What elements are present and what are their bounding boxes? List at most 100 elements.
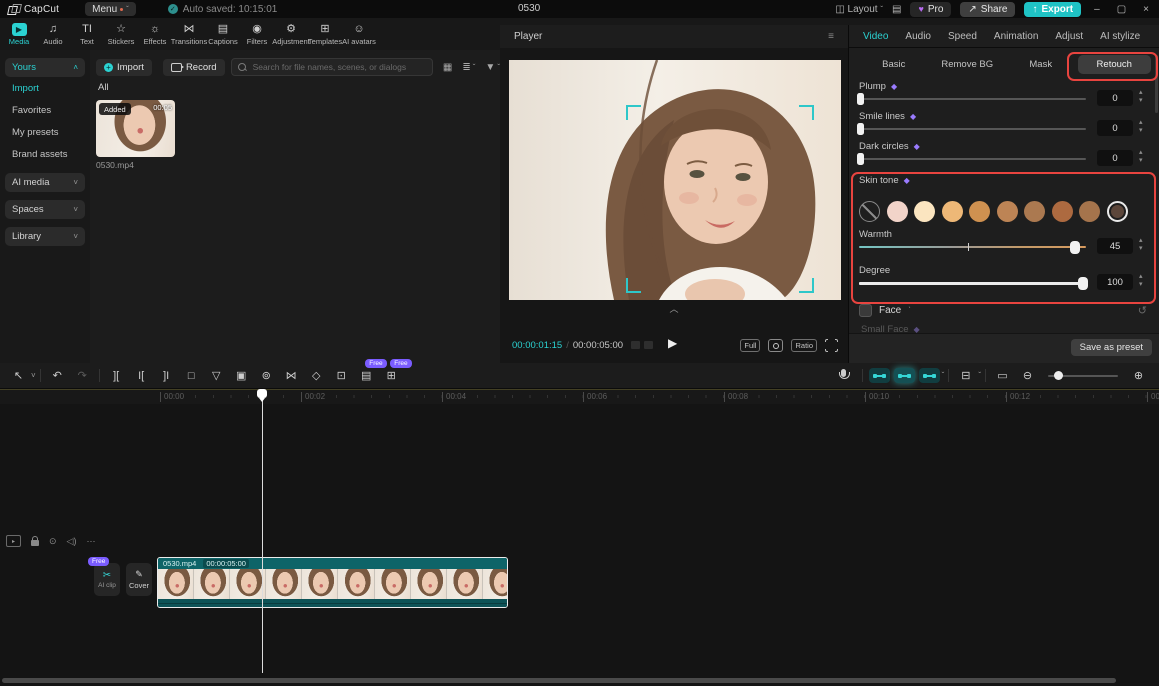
warmth-stepper[interactable]: ▴ ▾ — [1139, 237, 1143, 253]
chevron-down-icon[interactable]: ˇ — [942, 371, 945, 380]
next-frame-icon[interactable] — [644, 341, 654, 349]
zoom-fit-icon[interactable] — [768, 338, 784, 352]
layout-button[interactable]: ◫ Layout ˇ — [835, 4, 883, 15]
slider-handle[interactable] — [857, 93, 864, 105]
timeline-zoom-slider[interactable] — [1048, 371, 1118, 380]
auto-captions-icon[interactable]: ▤ Free — [354, 358, 387, 386]
skin-tone-swatch[interactable] — [1106, 201, 1128, 222]
split-icon[interactable]: ][ — [104, 366, 129, 386]
tab-animation[interactable]: Animation — [994, 31, 1038, 42]
record-button[interactable]: Record — [162, 58, 225, 76]
media-search[interactable] — [230, 58, 433, 76]
preview-link-toggle[interactable] — [918, 368, 940, 383]
mute-speaker-icon[interactable]: ◁) — [67, 536, 77, 547]
skin-tone-swatch[interactable] — [969, 201, 990, 222]
import-button[interactable]: + Import — [96, 58, 152, 76]
slider-handle[interactable] — [857, 123, 864, 135]
more-options-icon[interactable]: ⋯ — [86, 536, 95, 547]
sidebar-group-ai-media[interactable]: AI media ˅ — [5, 173, 85, 192]
slider-handle[interactable] — [857, 153, 864, 165]
degree-slider-handle[interactable] — [1078, 276, 1088, 290]
tab-video[interactable]: Video — [863, 31, 888, 42]
zoom-in-icon[interactable]: ⊕ — [1126, 366, 1151, 386]
ribbon-tool-filters[interactable]: ◉ Filters — [240, 23, 274, 46]
menu-button[interactable]: Menu ˇ — [85, 2, 136, 16]
sort-icon[interactable]: ≣ ˇ — [462, 62, 475, 73]
drawer-handle-icon[interactable]: ︿ — [660, 302, 688, 315]
face-checkbox[interactable] — [859, 304, 872, 317]
ribbon-tool-effects[interactable]: ☼ Effects — [138, 23, 172, 46]
ratio-button[interactable]: Ratio — [791, 338, 817, 352]
delete-icon[interactable]: □ — [179, 366, 204, 386]
sidebar-item-my-presets[interactable]: My presets — [5, 121, 85, 143]
subtab-mask[interactable]: Mask — [1004, 55, 1078, 74]
keyframe-icon[interactable]: ◇ — [304, 366, 329, 386]
tab-audio[interactable]: Audio — [905, 31, 931, 42]
skin-tone-swatch[interactable] — [1051, 201, 1073, 222]
ribbon-tool-ai-avatars[interactable]: ☺ AI avatars — [342, 23, 376, 46]
slider-stepper[interactable]: ▴ ▾ — [1139, 119, 1143, 135]
skin-tone-swatch[interactable] — [914, 201, 935, 222]
degree-stepper[interactable]: ▴ ▾ — [1139, 273, 1143, 289]
preview-viewport[interactable] — [509, 60, 841, 300]
ribbon-tool-transitions[interactable]: ⋈ Transitions — [171, 23, 207, 46]
export-button[interactable]: ↑ Export — [1024, 1, 1082, 17]
sidebar-group-yours[interactable]: Yours ˄ — [5, 58, 85, 77]
slider-stepper[interactable]: ▴ ▾ — [1139, 89, 1143, 105]
filter-icon[interactable]: ▼ ˇ — [485, 62, 500, 73]
prev-frame-icon[interactable] — [631, 341, 641, 349]
sidebar-item-favorites[interactable]: Favorites — [5, 99, 85, 121]
tab-adjust[interactable]: Adjust — [1055, 31, 1083, 42]
timeline-video-clip[interactable]: 0530.mp4 00:00:05:00 — [157, 557, 508, 608]
warmth-value[interactable]: 45 — [1097, 238, 1133, 254]
tab-ai-stylize[interactable]: AI stylize — [1100, 31, 1140, 42]
play-button[interactable]: ▶ — [668, 336, 677, 350]
player-menu-icon[interactable]: ≡ — [828, 31, 834, 42]
speed-icon[interactable]: ⊚ — [254, 366, 279, 386]
timeline-ruler[interactable]: 00:00 00:02 00:04 00:06 00:08 00:10 00:12 00:14 — [0, 389, 1159, 404]
maximize-button[interactable]: ▢ — [1113, 4, 1130, 15]
ribbon-tool-adjustment[interactable]: ⚙ Adjustment — [272, 23, 310, 46]
full-button[interactable]: Full — [740, 338, 761, 352]
chevron-up-icon[interactable]: ˋ — [908, 306, 911, 315]
playhead-handle[interactable] — [257, 389, 267, 402]
undo-icon[interactable]: ↶ — [45, 366, 70, 386]
sidebar-group-spaces[interactable]: Spaces ˅ — [5, 200, 85, 219]
overlay-icon[interactable]: ▣ — [229, 366, 254, 386]
skin-tone-swatch[interactable] — [886, 201, 908, 222]
dark-circles-slider[interactable] — [857, 153, 1086, 165]
face-section-label[interactable]: Face — [879, 305, 901, 316]
track-mode-icon[interactable]: ⊟ — [953, 366, 978, 386]
sidebar-group-library[interactable]: Library ˅ — [5, 227, 85, 246]
chevron-down-icon[interactable]: ˅ — [31, 371, 36, 380]
shortcuts-icon[interactable]: ▤ — [892, 4, 901, 15]
subtab-retouch[interactable]: Retouch — [1077, 55, 1151, 74]
cover-button[interactable]: ✎ Cover — [126, 563, 152, 596]
skin-tone-swatch[interactable] — [1024, 201, 1045, 222]
voiceover-mic-icon[interactable] — [838, 369, 850, 382]
media-clip-thumbnail[interactable]: Added 00:05 — [96, 100, 175, 157]
fullscreen-icon[interactable] — [824, 337, 839, 353]
skin-tone-swatch[interactable] — [1079, 201, 1100, 222]
slider-value[interactable]: 0 — [1097, 90, 1133, 106]
inspector-scrollbar[interactable] — [1155, 55, 1158, 113]
close-button[interactable]: × — [1139, 4, 1153, 15]
degree-value[interactable]: 100 — [1097, 274, 1133, 290]
ai-clip-button[interactable]: Free ✂ AI clip — [88, 557, 120, 596]
delete-right-icon[interactable]: ]I — [154, 366, 179, 386]
filter-all-label[interactable]: All — [98, 82, 109, 93]
minimize-button[interactable]: – — [1090, 4, 1104, 15]
redo-icon[interactable]: ↷ — [70, 366, 95, 386]
zoom-slider-handle[interactable] — [1054, 371, 1063, 380]
extract-audio-icon[interactable]: ⊞ Free — [379, 358, 412, 386]
sidebar-item-brand-assets[interactable]: Brand assets — [5, 143, 85, 165]
slider-value[interactable]: 0 — [1097, 150, 1133, 166]
ribbon-tool-audio[interactable]: ♫ Audio — [36, 23, 70, 46]
ribbon-tool-templates[interactable]: ⊞ Templates — [308, 23, 342, 46]
ribbon-tool-captions[interactable]: ▤ Captions — [206, 23, 240, 46]
delete-left-icon[interactable]: I[ — [129, 366, 154, 386]
sidebar-item-import[interactable]: Import — [5, 77, 85, 99]
select-tool-icon[interactable]: ↖ — [6, 366, 31, 386]
share-button[interactable]: ↗ Share — [960, 1, 1016, 17]
chevron-down-icon[interactable]: ˇ — [978, 371, 981, 380]
